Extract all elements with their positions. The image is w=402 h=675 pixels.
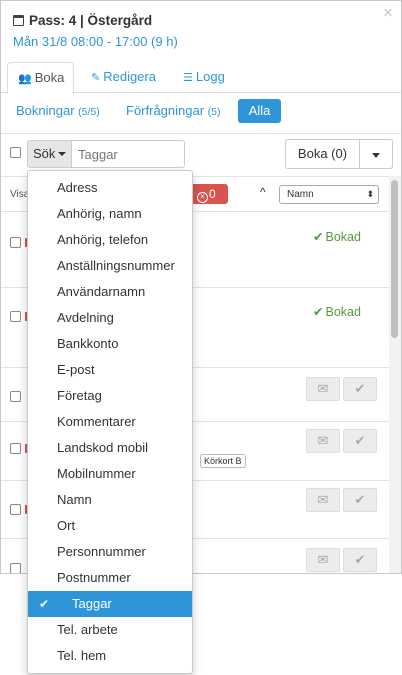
shift-title-text: Pass: 4 | Östergård [29,13,153,28]
confirm-booking-button[interactable]: ✔ [343,429,377,453]
dropdown-item-personnummer[interactable]: Personnummer [28,539,192,565]
check-icon: ✔ [354,433,366,448]
filter-bar: Bokningar (5/5) Förfrågningar (5) Alla [1,97,401,129]
row-checkbox[interactable] [10,311,21,322]
dropdown-item-anstallningsnummer[interactable]: Anställningsnummer [28,253,192,279]
filter-bookings[interactable]: Bokningar (5/5) [16,103,100,118]
dropdown-item-taggar[interactable]: ✔ Taggar [28,591,192,617]
dropdown-item-mobilnummer[interactable]: Mobilnummer [28,461,192,487]
envelope-icon: ✉ [317,552,329,567]
row-checkbox[interactable] [10,563,21,573]
panel-header: Pass: 4 | Östergård Mån 31/8 08:00 - 17:… [1,1,401,59]
sort-direction-icon[interactable]: ^ [260,185,266,199]
dropdown-item-landskod-mobil[interactable]: Landskod mobil [28,435,192,461]
dropdown-item-e-post[interactable]: E-post [28,357,192,383]
row-checkbox[interactable] [10,391,21,402]
boka-button[interactable]: Boka (0) [285,139,360,169]
check-icon: ✔ [354,492,366,507]
times-circle-icon: × [197,192,208,203]
dropdown-item-tel-arbete[interactable]: Tel. arbete [28,617,192,643]
users-icon: 👥 [18,73,32,85]
scrollbar-thumb[interactable] [391,180,398,338]
tag-badge: Körkort B [200,454,246,468]
envelope-icon: ✉ [317,492,329,507]
filter-requests[interactable]: Förfrågningar (5) [126,103,221,118]
dropdown-item-ort[interactable]: Ort [28,513,192,539]
tab-redigera[interactable]: ✎ Redigera [81,62,166,94]
dropdown-item-adress[interactable]: Adress [28,175,192,201]
edit-icon: ✎ [91,72,101,84]
search-field-button[interactable]: Sök [27,140,72,168]
send-message-button[interactable]: ✉ [306,377,340,401]
boka-options-button[interactable] [359,139,393,169]
shift-title: Pass: 4 | Östergård [13,13,152,28]
close-icon[interactable]: × [383,4,393,21]
dropdown-item-tel-hem[interactable]: Tel. hem [28,643,192,669]
envelope-icon: ✉ [317,433,329,448]
tab-bar: 👥 Boka ✎ Redigera ☰ Logg [1,61,401,94]
booked-status: ✔ Bokad [313,305,361,319]
check-icon: ✔ [313,305,324,319]
dropdown-item-bankkonto[interactable]: Bankkonto [28,331,192,357]
confirm-booking-button[interactable]: ✔ [343,377,377,401]
row-checkbox[interactable] [10,443,21,454]
dropdown-item-anvandarnamn[interactable]: Användarnamn [28,279,192,305]
search-field-dropdown: Adress Anhörig, namn Anhörig, telefon An… [27,170,193,674]
send-message-button[interactable]: ✉ [306,548,340,572]
tab-logg[interactable]: ☰ Logg [173,62,235,94]
booked-status: ✔ Bokad [313,230,361,244]
dropdown-item-foretag[interactable]: Företag [28,383,192,409]
filter-all[interactable]: Alla [238,99,281,123]
row-checkbox[interactable] [10,237,21,248]
confirm-booking-button[interactable]: ✔ [343,488,377,512]
rejected-count-badge[interactable]: × 0 [191,184,228,204]
tag-search-input[interactable] [71,140,185,168]
dropdown-item-avdelning[interactable]: Avdelning [28,305,192,331]
dropdown-item-anhorig-namn[interactable]: Anhörig, namn [28,201,192,227]
dropdown-item-kommentarer[interactable]: Kommentarer [28,409,192,435]
check-icon: ✔ [313,230,324,244]
shift-time[interactable]: Mån 31/8 08:00 - 17:00 (9 h) [13,34,178,49]
check-icon: ✔ [354,552,366,567]
list-scrollbar[interactable] [389,176,401,573]
send-message-button[interactable]: ✉ [306,488,340,512]
search-toolbar: Sök Boka (0) [1,133,401,175]
confirm-booking-button[interactable]: ✔ [343,548,377,572]
sort-select[interactable]: Namn [279,185,379,204]
envelope-icon: ✉ [317,381,329,396]
dropdown-item-namn[interactable]: Namn [28,487,192,513]
list-icon: ☰ [183,72,193,84]
send-message-button[interactable]: ✉ [306,429,340,453]
dropdown-item-anhorig-telefon[interactable]: Anhörig, telefon [28,227,192,253]
caret-down-icon [58,152,67,156]
row-checkbox[interactable] [10,504,21,515]
dropdown-item-postnummer[interactable]: Postnummer [28,565,192,591]
select-all-checkbox[interactable] [10,147,21,158]
check-icon: ✔ [39,597,50,611]
calendar-icon [13,15,24,26]
check-icon: ✔ [354,381,366,396]
tab-boka[interactable]: 👥 Boka [7,62,74,94]
